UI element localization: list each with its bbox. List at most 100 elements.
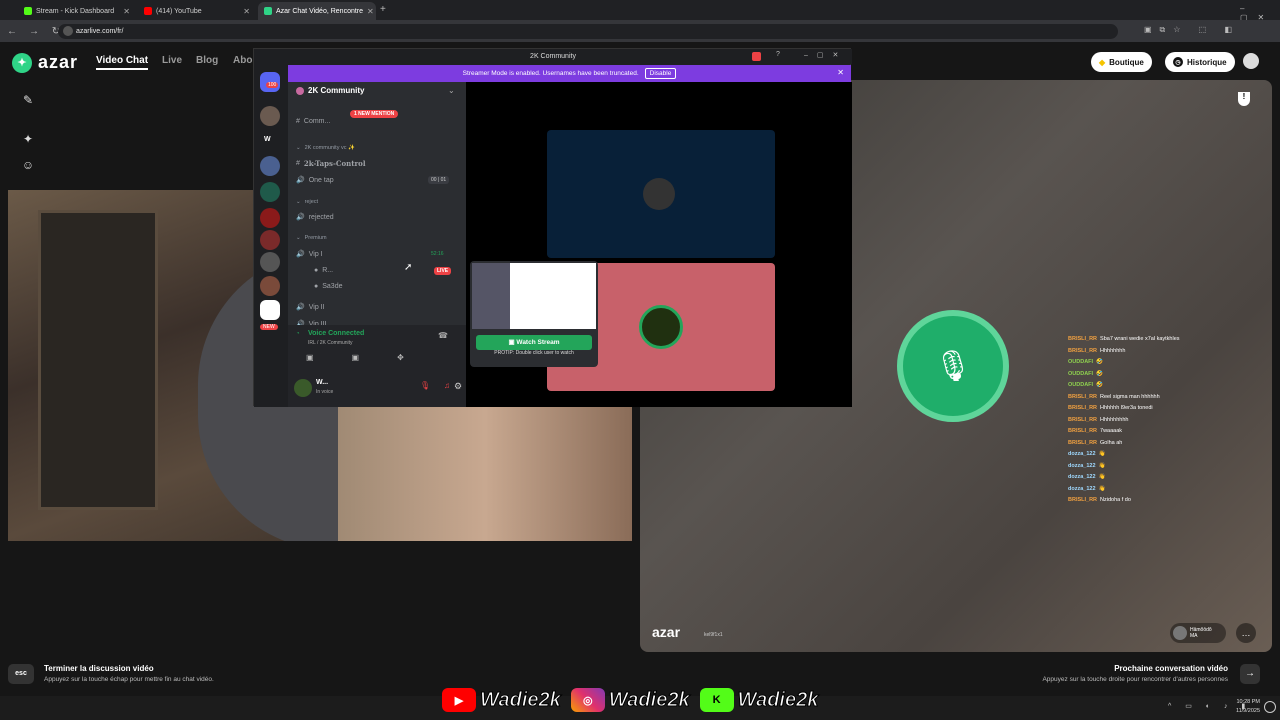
inbox-icon[interactable] <box>752 52 761 61</box>
azar-watermark: azar <box>652 624 681 640</box>
server-header[interactable]: 2K Community <box>296 86 364 95</box>
stream-preview-card[interactable]: PROTIP: Double click user to watch <box>470 261 598 367</box>
chat-text: 🤣 <box>1096 370 1103 377</box>
chat-username[interactable]: dozza_122 <box>1068 486 1096 492</box>
chat-username[interactable]: OUDDAFI <box>1068 359 1093 365</box>
forward-icon[interactable]: → <box>28 26 40 37</box>
channel-item[interactable]: 🔊 Vip II <box>296 303 325 312</box>
chat-username[interactable]: BRISLI_RR <box>1068 405 1097 411</box>
watch-stream-button[interactable]: ▣ Watch Stream <box>476 335 592 350</box>
close-icon[interactable]: ✕ <box>243 7 250 16</box>
azar-logo[interactable]: ✦ azar <box>12 52 78 73</box>
server-icon[interactable] <box>260 230 280 250</box>
voice-connected-label[interactable]: Voice Connected <box>308 330 364 337</box>
tab-azar[interactable]: Azar Chat Vidéo, Rencontre ✕ <box>258 2 376 20</box>
server-icon[interactable] <box>260 252 280 272</box>
server-icon[interactable] <box>260 182 280 202</box>
nav-live[interactable]: Live <box>162 55 182 66</box>
disable-streamer-button[interactable]: Disable <box>644 68 677 79</box>
mention-count-badge: 100 <box>266 82 279 88</box>
sticker-icon[interactable]: ☺ <box>20 158 36 174</box>
help-icon[interactable]: ? <box>776 51 780 58</box>
disconnect-icon[interactable]: ☎ <box>438 331 448 340</box>
channel-item[interactable]: 🔊 One tap <box>296 176 334 185</box>
nav-blog[interactable]: Blog <box>196 55 218 66</box>
effects-icon[interactable]: ✦ <box>20 132 36 148</box>
server-icon[interactable] <box>260 106 280 126</box>
next-chat-subtitle: Appuyez sur la touche droite pour rencon… <box>1042 676 1228 683</box>
historique-button[interactable]: ◷ Historique <box>1165 52 1235 72</box>
settings-gear-icon[interactable]: ⚙ <box>454 381 462 392</box>
channel-item[interactable]: #2k-Taps-Control <box>296 159 365 168</box>
chevron-down-icon[interactable]: ⌄ <box>448 86 455 95</box>
edit-icon[interactable]: ✎ <box>20 93 36 109</box>
tab-kick[interactable]: Stream - Kick Dashboard ✕ <box>18 2 136 20</box>
taskbar-clock[interactable]: 10:28 PM 11/9/2025 <box>1226 698 1260 716</box>
new-mention-pill[interactable]: 1 NEW MENTION <box>350 110 399 118</box>
microphone-button[interactable]: 🎙 <box>897 310 1009 422</box>
site-info-icon[interactable] <box>63 26 73 36</box>
boutique-button[interactable]: ◆ Boutique <box>1091 52 1152 72</box>
chat-username[interactable]: dozza_122 <box>1068 451 1096 457</box>
channel-badge: 00 | 01 <box>428 176 450 184</box>
chat-message: BRISLI_RR Golha ah <box>1068 438 1278 450</box>
deafen-icon[interactable]: ♫ <box>444 381 450 390</box>
chat-message: BRISLI_RR Hhhhhhhh <box>1068 346 1278 358</box>
chat-bubble-icon[interactable]: … <box>1236 623 1256 643</box>
partner-badge[interactable]: Hāmõōdõ MA <box>1170 623 1226 643</box>
server-icon[interactable] <box>260 156 280 176</box>
nav-about[interactable]: Abo <box>233 55 252 66</box>
new-tab-button[interactable]: + <box>380 4 386 15</box>
stream-chat: BRISLI_RR Sba7 wrani wedie x7al kaytkhles… <box>1068 334 1278 507</box>
mute-icon[interactable]: 🎙 <box>420 381 430 390</box>
chat-username[interactable]: BRISLI_RR <box>1068 394 1097 400</box>
channel-category[interactable]: ⌄ Premium <box>296 235 327 241</box>
chat-username[interactable]: OUDDAFI <box>1068 371 1093 377</box>
speaking-avatar <box>639 305 683 349</box>
thumbnail-camera <box>472 263 510 329</box>
next-arrow-button[interactable]: → <box>1240 664 1260 684</box>
extensions-icon[interactable]: ▣⧉☆ ⬚ ◧ <box>1144 25 1240 35</box>
channel-category[interactable]: ⌄ reject <box>296 199 318 205</box>
speaker-icon: 🔊 <box>296 214 305 221</box>
server-icon[interactable] <box>260 208 280 228</box>
end-chat-subtitle: Appuyez sur la touche échap pour mettre … <box>44 676 214 683</box>
channel-item[interactable]: 🔊 rejected <box>296 213 334 222</box>
address-bar[interactable]: azarlive.com/fr/ <box>58 24 1118 39</box>
nav-video-chat[interactable]: Video Chat <box>96 55 149 70</box>
close-icon[interactable]: ✕ <box>367 7 374 16</box>
chat-message: OUDDAFI 🤣 <box>1068 380 1278 392</box>
chat-text: 🤣 <box>1096 359 1103 365</box>
channel-label: reject <box>304 199 319 205</box>
chat-username[interactable]: BRISLI_RR <box>1068 440 1097 446</box>
voice-user[interactable]: ● Sa3de <box>314 283 342 290</box>
voice-actions[interactable]: ▣▣✥ <box>306 353 442 362</box>
discord-window-controls[interactable]: –▢✕ <box>804 51 847 59</box>
esc-key-button[interactable]: esc <box>8 664 34 684</box>
close-icon[interactable]: ✕ <box>123 7 130 16</box>
profile-avatar[interactable] <box>1243 53 1259 69</box>
channel-community[interactable]: # Comm... <box>296 118 330 125</box>
participant-tile[interactable] <box>547 130 775 258</box>
notification-icon[interactable] <box>1264 701 1276 713</box>
voice-user[interactable]: ● R... <box>314 267 333 274</box>
chat-username[interactable]: BRISLI_RR <box>1068 497 1097 503</box>
live-badge: LIVE <box>434 267 452 275</box>
chat-username[interactable]: dozza_122 <box>1068 463 1096 469</box>
active-server-icon[interactable] <box>260 300 280 320</box>
chat-username[interactable]: BRISLI_RR <box>1068 428 1097 434</box>
tab-youtube[interactable]: (414) YouTube ✕ <box>138 2 256 20</box>
server-w-icon[interactable]: W <box>264 136 271 143</box>
chat-username[interactable]: BRISLI_RR <box>1068 336 1097 342</box>
chat-username[interactable]: dozza_122 <box>1068 474 1096 480</box>
chat-username[interactable]: BRISLI_RR <box>1068 417 1097 423</box>
chat-username[interactable]: OUDDAFI <box>1068 382 1093 388</box>
server-icon[interactable] <box>260 276 280 296</box>
channel-category[interactable]: ⌄ 2K community vc ✨ <box>296 145 355 151</box>
user-avatar[interactable] <box>294 379 312 397</box>
report-shield-icon[interactable]: ! <box>1238 92 1250 106</box>
close-icon[interactable]: ✕ <box>837 68 844 77</box>
channel-item[interactable]: 🔊 Vip I <box>296 250 323 259</box>
back-icon[interactable]: ← <box>6 26 18 37</box>
chat-username[interactable]: BRISLI_RR <box>1068 348 1097 354</box>
